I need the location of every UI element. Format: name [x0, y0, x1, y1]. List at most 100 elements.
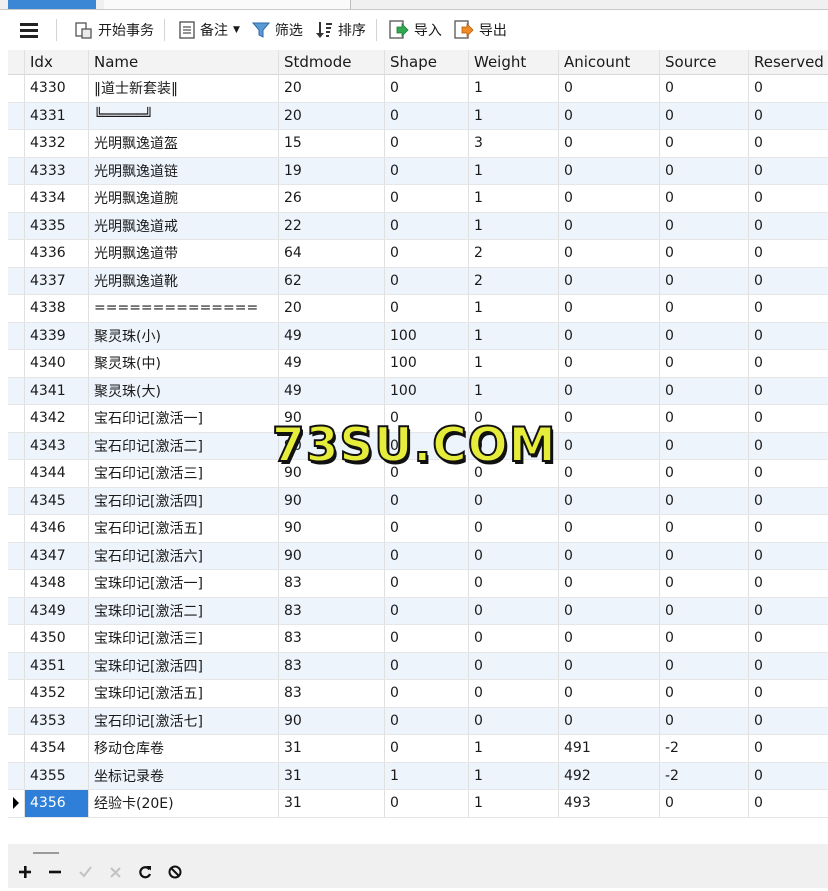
cell-shape[interactable]: 0: [385, 790, 469, 817]
cell-shape[interactable]: 0: [385, 295, 469, 322]
row-indicator[interactable]: [8, 597, 25, 624]
cell-name[interactable]: 光明飘逸道带: [89, 240, 279, 267]
cell-source[interactable]: 0: [660, 460, 749, 487]
row-indicator[interactable]: [8, 295, 25, 322]
cell-weight[interactable]: 2: [469, 267, 559, 294]
sort-button[interactable]: 排序: [309, 15, 372, 45]
cell-idx[interactable]: 4341: [25, 377, 89, 404]
cell-weight[interactable]: 1: [469, 295, 559, 322]
cell-stdmode[interactable]: 62: [279, 267, 385, 294]
cell-name[interactable]: 宝石印记[激活七]: [89, 707, 279, 734]
table-row[interactable]: 4356 经验卡(20E) 31 0 1 493 0 0: [8, 790, 828, 818]
cell-shape[interactable]: 0: [385, 185, 469, 212]
row-indicator[interactable]: [8, 240, 25, 267]
cell-idx[interactable]: 4340: [25, 350, 89, 377]
cell-stdmode[interactable]: 49: [279, 350, 385, 377]
cell-stdmode[interactable]: 20: [279, 295, 385, 322]
apply-button[interactable]: [75, 864, 95, 884]
cell-name[interactable]: 宝石印记[激活二]: [89, 432, 279, 459]
filter-button[interactable]: 筛选: [246, 15, 309, 45]
cell-reserved[interactable]: 0: [749, 653, 828, 680]
cell-idx[interactable]: 4337: [25, 267, 89, 294]
start-transaction-button[interactable]: 开始事务: [61, 15, 160, 45]
cell-anicount[interactable]: 0: [559, 240, 660, 267]
cell-reserved[interactable]: 0: [749, 460, 828, 487]
cell-weight[interactable]: 1: [469, 75, 559, 102]
row-indicator[interactable]: [8, 460, 25, 487]
cell-stdmode[interactable]: 90: [279, 707, 385, 734]
cell-source[interactable]: 0: [660, 680, 749, 707]
cell-shape[interactable]: 0: [385, 625, 469, 652]
cell-reserved[interactable]: 0: [749, 488, 828, 515]
cell-weight[interactable]: 1: [469, 322, 559, 349]
cell-idx[interactable]: 4356: [25, 790, 89, 817]
column-header[interactable]: Reserved: [749, 50, 828, 74]
table-row[interactable]: 4347 宝石印记[激活六] 90 0 0 0 0 0: [8, 542, 828, 570]
cell-shape[interactable]: 0: [385, 130, 469, 157]
cell-stdmode[interactable]: 26: [279, 185, 385, 212]
cell-shape[interactable]: 0: [385, 597, 469, 624]
cell-source[interactable]: 0: [660, 267, 749, 294]
cell-stdmode[interactable]: 49: [279, 377, 385, 404]
cell-stdmode[interactable]: 90: [279, 515, 385, 542]
column-header[interactable]: Weight: [469, 50, 559, 74]
row-indicator[interactable]: [8, 790, 25, 817]
cell-stdmode[interactable]: 19: [279, 157, 385, 184]
tab-active[interactable]: [8, 0, 96, 9]
cell-weight[interactable]: 0: [469, 625, 559, 652]
cell-anicount[interactable]: 0: [559, 405, 660, 432]
cell-anicount[interactable]: 0: [559, 625, 660, 652]
cell-anicount[interactable]: 0: [559, 487, 660, 514]
cell-name[interactable]: 宝珠印记[激活二]: [89, 597, 279, 624]
row-indicator[interactable]: [8, 652, 25, 679]
cell-weight[interactable]: 0: [469, 707, 559, 734]
cell-source[interactable]: 0: [660, 790, 749, 817]
cell-reserved[interactable]: 0: [749, 790, 828, 817]
cell-reserved[interactable]: 0: [749, 378, 828, 405]
cell-name[interactable]: 宝石印记[激活三]: [89, 460, 279, 487]
column-header[interactable]: Name: [89, 50, 279, 74]
menu-button[interactable]: [0, 15, 52, 45]
table-row[interactable]: 4340 聚灵珠(中) 49 100 1 0 0 0: [8, 350, 828, 378]
cell-idx[interactable]: 4338: [25, 295, 89, 322]
cell-source[interactable]: 0: [660, 625, 749, 652]
cell-stdmode[interactable]: 22: [279, 212, 385, 239]
cell-name[interactable]: 宝石印记[激活五]: [89, 515, 279, 542]
cell-stdmode[interactable]: 90: [279, 487, 385, 514]
cell-name[interactable]: 光明飘逸道腕: [89, 185, 279, 212]
cell-weight[interactable]: 1: [469, 735, 559, 762]
cell-name[interactable]: 宝珠印记[激活四]: [89, 652, 279, 679]
cell-anicount[interactable]: 0: [559, 157, 660, 184]
table-row[interactable]: 4338 ============== 20 0 1 0 0 0: [8, 295, 828, 323]
cell-stdmode[interactable]: 83: [279, 680, 385, 707]
cell-source[interactable]: 0: [660, 212, 749, 239]
row-indicator[interactable]: [8, 762, 25, 789]
cell-anicount[interactable]: 0: [559, 597, 660, 624]
cell-weight[interactable]: 0: [469, 680, 559, 707]
cell-idx[interactable]: 4332: [25, 130, 89, 157]
table-row[interactable]: 4354 移动仓库卷 31 0 1 491 -2 0: [8, 735, 828, 763]
cell-stdmode[interactable]: 83: [279, 625, 385, 652]
cell-anicount[interactable]: 492: [559, 762, 660, 789]
cell-source[interactable]: 0: [660, 185, 749, 212]
cell-anicount[interactable]: 491: [559, 735, 660, 762]
cell-stdmode[interactable]: 20: [279, 75, 385, 102]
column-header[interactable]: Anicount: [559, 50, 660, 74]
cell-shape[interactable]: 0: [385, 542, 469, 569]
table-row[interactable]: 4352 宝珠印记[激活五] 83 0 0 0 0 0: [8, 680, 828, 708]
cell-weight[interactable]: 2: [469, 240, 559, 267]
cell-shape[interactable]: 0: [385, 102, 469, 129]
cell-weight[interactable]: 0: [469, 597, 559, 624]
cell-idx[interactable]: 4349: [25, 597, 89, 624]
cell-anicount[interactable]: 0: [559, 102, 660, 129]
cell-shape[interactable]: 0: [385, 240, 469, 267]
cell-reserved[interactable]: 0: [749, 680, 828, 707]
cell-name[interactable]: 聚灵珠(小): [89, 322, 279, 349]
row-indicator[interactable]: [8, 405, 25, 432]
cell-weight[interactable]: 1: [469, 102, 559, 129]
cell-reserved[interactable]: 0: [749, 158, 828, 185]
table-row[interactable]: 4349 宝珠印记[激活二] 83 0 0 0 0 0: [8, 597, 828, 625]
cell-shape[interactable]: 100: [385, 350, 469, 377]
cell-name[interactable]: 宝珠印记[激活一]: [89, 570, 279, 597]
row-indicator[interactable]: [8, 487, 25, 514]
